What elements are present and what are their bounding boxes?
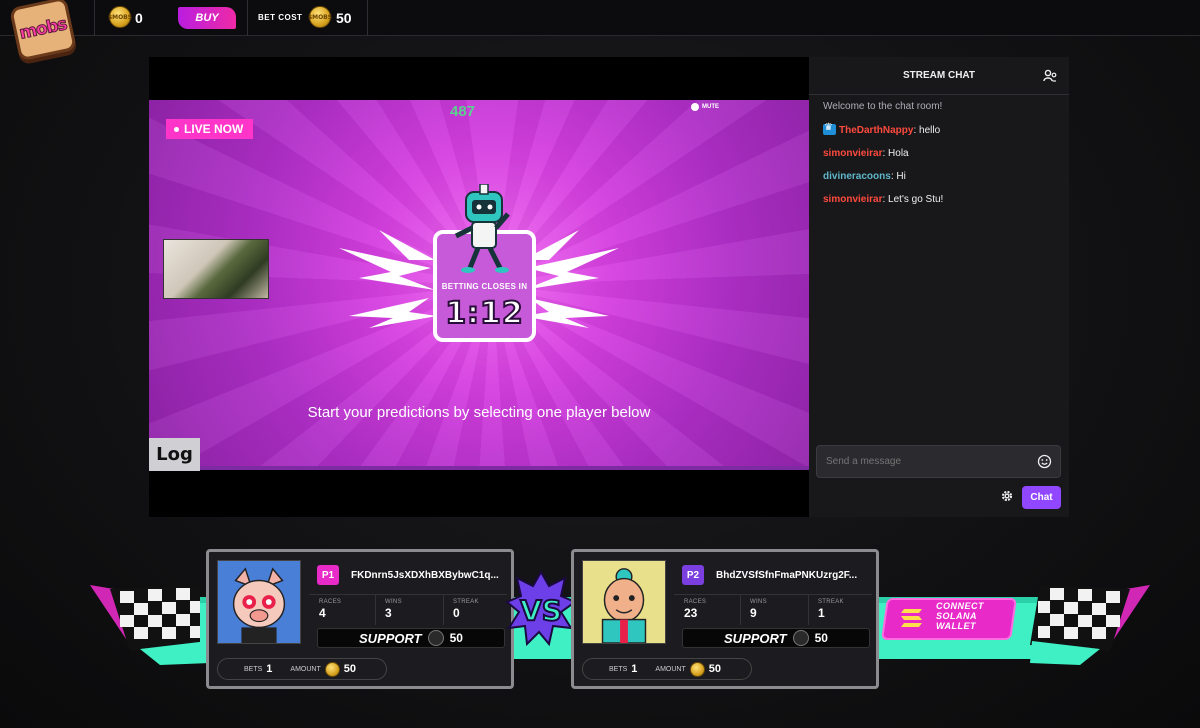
- mobs-logo[interactable]: mobs: [9, 0, 77, 62]
- chat-username[interactable]: TheDarthNappy: [839, 125, 913, 136]
- community-users-icon[interactable]: [1043, 69, 1057, 83]
- chat-text: : Let's go Stu!: [882, 194, 944, 205]
- streamer-webcam: [163, 239, 269, 299]
- emoji-icon[interactable]: [1037, 454, 1052, 469]
- moderator-badge-icon: [823, 122, 836, 135]
- live-badge: LIVE NOW: [166, 119, 254, 139]
- solana-icon: [901, 609, 922, 627]
- video-player[interactable]: LIVE NOW 487 MUTE BETTING CLOSES IN 1:12: [149, 57, 809, 517]
- bets-summary-p1: BETS 1 AMOUNT 50: [217, 658, 387, 680]
- mute-button[interactable]: MUTE: [691, 103, 719, 111]
- robot-mascot-icon: [454, 184, 510, 273]
- races-stat: RACES 4: [319, 599, 342, 620]
- log-button[interactable]: Log: [149, 438, 200, 471]
- wins-stat: WINS 9: [750, 599, 767, 620]
- chat-message-list: Welcome to the chat room! TheDarthNappy:…: [823, 101, 1059, 217]
- versus-badge-icon: VS: [505, 570, 577, 647]
- player-stats-p2: RACES 23 WINS 9 STREAK 1: [674, 594, 872, 625]
- chat-welcome-message: Welcome to the chat room!: [823, 101, 943, 112]
- buy-button[interactable]: BUY: [178, 7, 236, 29]
- streak-stat: STREAK 1: [818, 599, 844, 620]
- player-stats-p1: RACES 4 WINS 3 STREAK 0: [309, 594, 507, 625]
- chat-username[interactable]: simonvieirar: [823, 148, 882, 159]
- player-card-p2[interactable]: P2 BhdZVSfSfnFmaPNKUzrg2F... RACES 23 WI…: [571, 549, 879, 689]
- stream-bottom-border: [149, 466, 809, 470]
- player-tag-p1: P1: [317, 565, 339, 585]
- chat-username[interactable]: divineracoons: [823, 171, 891, 182]
- viewer-count: 487: [450, 103, 476, 120]
- live-dot-icon: [174, 126, 179, 132]
- wins-stat: WINS 3: [385, 599, 402, 620]
- support-button-p2[interactable]: SUPPORT 50: [682, 628, 870, 648]
- send-chat-button[interactable]: Chat: [1022, 486, 1061, 509]
- top-bar: mobs $MOBS 0 BUY BET COST $MOBS 50: [0, 0, 1200, 62]
- support-button-p1[interactable]: SUPPORT 50: [317, 628, 505, 648]
- player-card-p1[interactable]: P1 FKDnrn5JsXDXhBXBybwC1q... RACES 4 WIN…: [206, 549, 514, 689]
- coin-icon: [792, 630, 809, 646]
- stream-frame: LIVE NOW 487 MUTE BETTING CLOSES IN 1:12: [149, 100, 809, 470]
- streak-stat: STREAK 0: [453, 599, 479, 620]
- chat-text: : Hi: [890, 171, 906, 182]
- player-address-p2: BhdZVSfSfnFmaPNKUzrg2F...: [716, 570, 858, 581]
- player-tag-p2: P2: [682, 565, 704, 585]
- chat-title: STREAM CHAT: [902, 70, 976, 81]
- betting-closes-label: BETTING CLOSES IN: [441, 282, 528, 291]
- betting-timer: 1:12: [444, 295, 524, 332]
- chat-settings-gear-icon[interactable]: [1000, 489, 1014, 503]
- races-stat: RACES 23: [684, 599, 707, 620]
- coin-balance: 0: [135, 10, 143, 26]
- chat-header: STREAM CHAT: [809, 57, 1069, 95]
- speaker-icon: [691, 103, 699, 111]
- player-address-p1: FKDnrn5JsXDXhBXBybwC1q...: [351, 570, 499, 581]
- mute-label: MUTE: [702, 104, 719, 110]
- chat-username[interactable]: simonvieirar: [823, 194, 882, 205]
- chat-message: simonvieirar: Let's go Stu!: [823, 194, 1059, 206]
- mobs-coin-icon: [324, 661, 340, 677]
- live-label: LIVE NOW: [184, 122, 244, 136]
- mobs-coin-icon: $MOBS: [308, 6, 332, 28]
- connect-wallet-label[interactable]: CONNECT SOLANA WALLET: [936, 601, 984, 631]
- chat-text: : hello: [913, 125, 941, 136]
- player-avatar-p2: [582, 560, 666, 644]
- chat-text: : Hola: [882, 148, 909, 159]
- topbar-divider: [247, 0, 248, 36]
- bets-summary-p2: BETS 1 AMOUNT 50: [582, 658, 752, 680]
- chat-message: divineracoons: Hi: [823, 171, 1059, 183]
- bet-cost-label: BET COST: [258, 13, 303, 22]
- chat-message: TheDarthNappy: hello: [823, 122, 1059, 137]
- chat-message-input[interactable]: [816, 445, 1061, 478]
- topbar-divider: [94, 0, 95, 36]
- bet-cost-value: 50: [336, 10, 352, 26]
- player-avatar-p1: [217, 560, 301, 644]
- topbar-divider: [367, 0, 368, 36]
- svg-text:VS: VS: [520, 594, 562, 627]
- stream-chat-panel: STREAM CHAT Welcome to the chat room! Th…: [809, 57, 1069, 517]
- chat-message: simonvieirar: Hola: [823, 148, 1059, 160]
- coin-icon: [427, 630, 444, 646]
- prediction-prompt: Start your predictions by selecting one …: [307, 404, 651, 421]
- mobs-coin-icon: [689, 661, 705, 677]
- mobs-coin-icon: $MOBS: [108, 6, 132, 28]
